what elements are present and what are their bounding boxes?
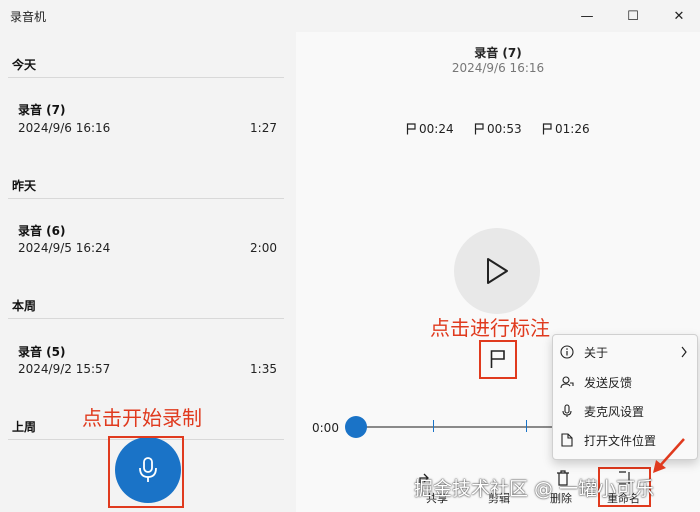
maximize-icon: ☐: [627, 8, 639, 24]
menu-item-label: 关于: [584, 345, 609, 360]
chevron-right-icon: [681, 346, 687, 358]
file-icon: [561, 433, 573, 447]
recording-title: 录音 (5): [18, 345, 66, 359]
marker-item[interactable]: 00:53: [474, 122, 522, 136]
recording-title: 录音 (7): [18, 103, 66, 117]
marker-item[interactable]: 01:26: [542, 122, 590, 136]
feedback-icon: [560, 376, 574, 389]
group-heading-this-week: 本周: [12, 299, 37, 313]
close-icon: ✕: [673, 8, 685, 24]
play-button[interactable]: [454, 228, 540, 314]
minimize-icon: —: [580, 8, 594, 24]
flag-icon: [406, 123, 416, 135]
marker-highlight-box: [479, 340, 517, 379]
app-title: 录音机: [10, 10, 47, 24]
timeline-marker-tick: [526, 420, 527, 432]
recording-date: 2024/9/6 16:16: [18, 121, 111, 135]
menu-item-label: 发送反馈: [584, 375, 633, 390]
recording-date: 2024/9/5 16:24: [18, 241, 111, 255]
maximize-button[interactable]: ☐: [610, 0, 656, 32]
detail-title: 录音 (7): [474, 46, 522, 60]
timeline-marker-tick: [433, 420, 434, 432]
list-item[interactable]: [8, 211, 284, 267]
menu-item-about[interactable]: 关于: [560, 338, 688, 366]
menu-item-label: 打开文件位置: [584, 433, 657, 448]
recording-date: 2024/9/2 15:57: [18, 362, 111, 376]
flag-icon: [474, 123, 484, 135]
arrow-annotation-icon: [653, 438, 685, 473]
time-start: 0:00: [312, 421, 339, 435]
divider: [8, 198, 284, 199]
marker-item[interactable]: 00:24: [406, 122, 454, 136]
marker-time: 00:53: [487, 122, 522, 136]
group-heading-yesterday: 昨天: [12, 179, 37, 193]
list-item[interactable]: [8, 90, 284, 146]
divider: [8, 77, 284, 78]
detail-date: 2024/9/6 16:16: [451, 61, 545, 75]
recording-duration: 1:35: [250, 362, 277, 376]
menu-item-label: 麦克风设置: [584, 404, 645, 419]
recording-duration: 1:27: [250, 121, 277, 135]
marker-time: 01:26: [555, 122, 590, 136]
recording-title: 录音 (6): [18, 224, 66, 238]
watermark: 掘金技术社区 @ 一罐小可乐: [414, 478, 655, 500]
close-button[interactable]: ✕: [656, 0, 700, 32]
recording-duration: 2:00: [250, 241, 277, 255]
marker-time: 00:24: [419, 122, 454, 136]
group-heading-last-week: 上周: [12, 420, 37, 434]
menu-item-feedback[interactable]: 发送反馈: [560, 368, 688, 396]
microphone-icon: [562, 404, 572, 417]
minimize-button[interactable]: —: [564, 0, 610, 32]
timeline-thumb[interactable]: [345, 416, 367, 438]
menu-item-microphone-settings[interactable]: 麦克风设置: [560, 397, 688, 425]
play-icon: [487, 258, 508, 284]
record-annotation: 点击开始录制: [82, 406, 202, 430]
flag-icon: [542, 123, 552, 135]
group-heading-today: 今天: [12, 58, 37, 72]
divider: [8, 318, 284, 319]
record-highlight-box: [108, 436, 184, 508]
timeline-track[interactable]: [352, 426, 552, 428]
mark-annotation: 点击进行标注: [430, 316, 550, 340]
info-icon: [560, 345, 574, 359]
